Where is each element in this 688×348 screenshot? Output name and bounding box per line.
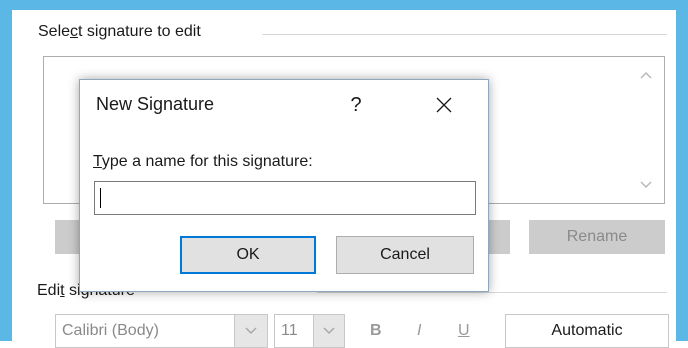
rename-button[interactable]: Rename bbox=[529, 220, 665, 254]
signature-name-label: Type a name for this signature: bbox=[93, 153, 313, 170]
new-signature-dialog: New Signature ? Type a name for this sig… bbox=[79, 79, 489, 292]
ok-button[interactable]: OK bbox=[180, 236, 316, 274]
chevron-down-icon[interactable] bbox=[234, 314, 268, 348]
list-scrollbar[interactable] bbox=[628, 57, 664, 203]
italic-button[interactable]: I bbox=[417, 322, 421, 340]
save-button[interactable] bbox=[488, 220, 510, 254]
font-size-dropdown[interactable]: 11 bbox=[274, 314, 314, 348]
select-signature-label: Select signature to edit bbox=[38, 23, 209, 41]
font-color-dropdown[interactable]: Automatic bbox=[505, 314, 669, 348]
section-divider bbox=[317, 292, 667, 293]
font-size-value: 11 bbox=[281, 322, 298, 339]
font-color-value: Automatic bbox=[551, 322, 623, 339]
font-name-value: Calibri (Body) bbox=[62, 322, 159, 339]
scroll-up-icon[interactable] bbox=[628, 63, 664, 87]
bold-button[interactable]: B bbox=[370, 322, 382, 340]
ok-button-label: OK bbox=[236, 246, 260, 263]
underline-button[interactable]: U bbox=[458, 322, 470, 340]
cancel-button-label: Cancel bbox=[380, 246, 430, 263]
text-caret bbox=[100, 188, 101, 208]
close-icon[interactable] bbox=[426, 90, 462, 120]
section-divider bbox=[262, 34, 667, 35]
cancel-button[interactable]: Cancel bbox=[336, 236, 474, 274]
signature-name-input[interactable] bbox=[94, 181, 476, 215]
font-name-dropdown[interactable]: Calibri (Body) bbox=[55, 314, 235, 348]
chevron-down-icon[interactable] bbox=[313, 314, 345, 348]
rename-button-label: Rename bbox=[566, 228, 628, 245]
dialog-title: New Signature bbox=[96, 94, 215, 114]
help-button[interactable]: ? bbox=[338, 90, 374, 120]
scroll-down-icon[interactable] bbox=[628, 173, 664, 197]
